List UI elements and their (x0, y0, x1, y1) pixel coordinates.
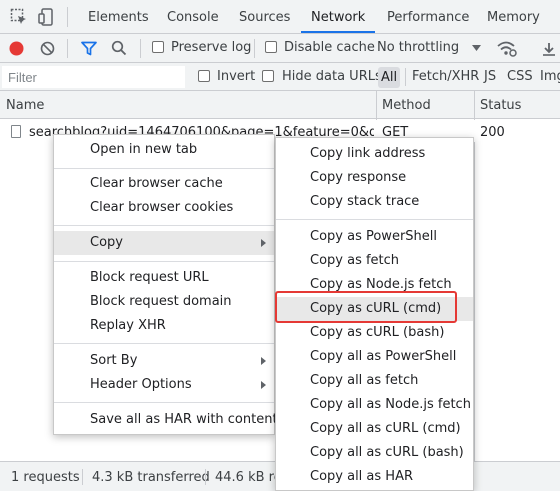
copy-response[interactable]: Copy response (276, 166, 473, 190)
type-filter-css[interactable]: CSS (507, 69, 533, 84)
copy-all-as-curl-cmd[interactable]: Copy all as cURL (cmd) (276, 417, 473, 441)
toolbar-divider (67, 7, 68, 27)
menu-item-clear-browser-cookies[interactable]: Clear browser cookies (54, 196, 274, 220)
copy-as-powershell[interactable]: Copy as PowerShell (276, 225, 473, 249)
menu-item-block-request-url[interactable]: Block request URL (54, 266, 274, 290)
type-filter-all[interactable]: All (378, 67, 400, 88)
status-divider (82, 469, 83, 485)
tab-memory[interactable]: Memory (487, 0, 540, 33)
menu-item-header-options-label: Header Options (90, 377, 192, 392)
column-status[interactable]: Status (480, 98, 521, 113)
toolbar-divider (140, 39, 141, 58)
network-toolbar: Preserve log Disable cache No throttling (0, 34, 560, 63)
type-filter-fetch-xhr[interactable]: Fetch/XHR (412, 69, 479, 84)
copy-all-as-har[interactable]: Copy all as HAR (276, 465, 473, 489)
tab-network[interactable]: Network (301, 0, 376, 33)
file-icon (11, 125, 21, 138)
status-divider (205, 469, 206, 485)
menu-divider (54, 225, 274, 226)
throttling-select[interactable]: No throttling (377, 40, 459, 55)
import-har-icon[interactable] (541, 42, 557, 56)
type-filter-img[interactable]: Img (540, 69, 560, 84)
transferred-size: 4.3 kB transferred (92, 470, 210, 485)
toolbar-divider (405, 68, 406, 86)
menu-divider (54, 343, 274, 344)
request-count: 1 requests (11, 470, 80, 485)
type-filter-js[interactable]: JS (484, 69, 496, 84)
request-status: 200 (480, 125, 505, 140)
submenu-arrow-icon (261, 381, 266, 389)
menu-item-block-request-domain[interactable]: Block request domain (54, 290, 274, 314)
copy-link-address[interactable]: Copy link address (276, 142, 473, 166)
menu-item-header-options[interactable]: Header Options (54, 373, 274, 397)
toolbar-divider (254, 39, 255, 58)
copy-as-curl-bash[interactable]: Copy as cURL (bash) (276, 321, 473, 345)
network-conditions-icon[interactable] (497, 40, 517, 57)
toolbar-divider (67, 39, 68, 58)
filter-bar: Invert Hide data URLs All Fetch/XHR JS C… (0, 63, 560, 91)
copy-all-as-fetch[interactable]: Copy all as fetch (276, 369, 473, 393)
column-name[interactable]: Name (6, 98, 44, 113)
hide-data-urls-label[interactable]: Hide data URLs (282, 69, 382, 84)
menu-divider (54, 168, 274, 169)
inspect-element-icon[interactable] (10, 8, 28, 26)
invert-label[interactable]: Invert (217, 69, 255, 84)
tab-performance[interactable]: Performance (387, 0, 469, 33)
column-divider (474, 91, 475, 461)
menu-item-open-in-new-tab[interactable]: Open in new tab (54, 138, 274, 162)
preserve-log-checkbox[interactable] (152, 41, 164, 53)
copy-all-as-curl-bash[interactable]: Copy all as cURL (bash) (276, 441, 473, 465)
menu-item-clear-browser-cache[interactable]: Clear browser cache (54, 172, 274, 196)
throttle-dropdown-icon[interactable] (472, 45, 481, 51)
invert-checkbox[interactable] (198, 70, 210, 82)
filter-icon[interactable] (81, 41, 97, 56)
submenu-arrow-icon (261, 239, 266, 247)
clear-icon[interactable] (40, 41, 55, 56)
filter-input[interactable] (2, 66, 185, 88)
record-icon[interactable] (9, 41, 24, 56)
copy-as-fetch[interactable]: Copy as fetch (276, 249, 473, 273)
menu-item-replay-xhr[interactable]: Replay XHR (54, 314, 274, 338)
tab-console[interactable]: Console (167, 0, 219, 33)
menu-divider (276, 219, 473, 220)
menu-item-copy[interactable]: Copy (54, 231, 274, 255)
disable-cache-label[interactable]: Disable cache (284, 40, 375, 55)
search-icon[interactable] (111, 40, 127, 56)
menu-item-sort-by-label: Sort By (90, 353, 138, 368)
column-method[interactable]: Method (382, 98, 431, 113)
menu-item-copy-label: Copy (90, 235, 123, 250)
copy-stack-trace[interactable]: Copy stack trace (276, 190, 473, 214)
preserve-log-label[interactable]: Preserve log (171, 40, 251, 55)
hide-data-urls-checkbox[interactable] (262, 70, 274, 82)
highlight-annotation-box (275, 291, 457, 323)
menu-item-save-all-as-har[interactable]: Save all as HAR with content (54, 408, 278, 432)
resources-size: 44.6 kB re (215, 470, 282, 485)
disable-cache-checkbox[interactable] (265, 41, 277, 53)
submenu-arrow-icon (261, 357, 266, 365)
menu-divider (54, 261, 274, 262)
menu-divider (54, 402, 274, 403)
copy-all-as-nodejs-fetch[interactable]: Copy all as Node.js fetch (276, 393, 473, 417)
context-menu: Open in new tab Clear browser cache Clea… (53, 134, 278, 435)
device-toolbar-icon[interactable] (38, 8, 56, 26)
menu-item-sort-by[interactable]: Sort By (54, 349, 274, 373)
copy-all-as-powershell[interactable]: Copy all as PowerShell (276, 345, 473, 369)
tab-sources[interactable]: Sources (239, 0, 290, 33)
tab-elements[interactable]: Elements (88, 0, 149, 33)
devtools-tab-bar: Elements Console Sources Network Perform… (0, 0, 560, 34)
request-table-header: Name Method Status (0, 91, 560, 119)
